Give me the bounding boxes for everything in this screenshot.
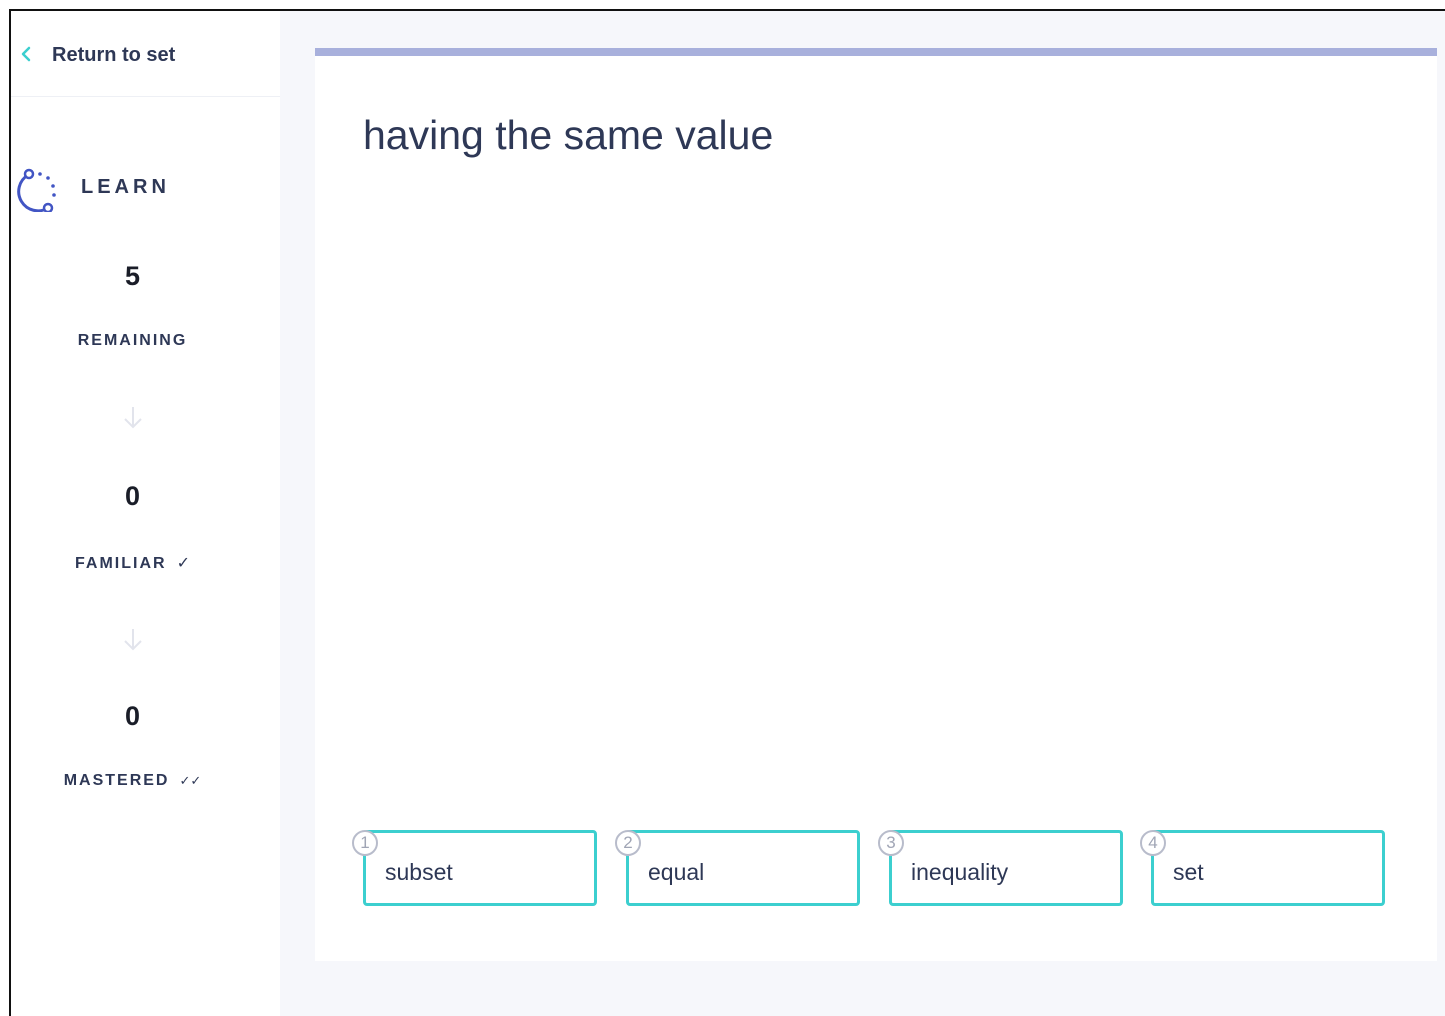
learn-mode-header: LEARN <box>15 166 277 212</box>
option-text: set <box>1173 859 1204 885</box>
mastered-label: MASTERED ✓✓ <box>11 772 254 790</box>
mastered-label-text: MASTERED <box>63 772 170 789</box>
remaining-label: REMAINING <box>11 332 254 350</box>
return-to-set-button[interactable]: Return to set <box>11 11 280 97</box>
option-text: equal <box>648 859 705 885</box>
option-number-badge: 4 <box>1140 830 1166 856</box>
arrow-down-icon <box>124 407 142 429</box>
chevron-left-icon <box>21 46 31 62</box>
answer-option-4[interactable]: 4 set <box>1140 830 1385 906</box>
return-label: Return to set <box>52 44 176 66</box>
familiar-label: FAMILIAR ✓ <box>11 553 254 573</box>
remaining-count: 5 <box>124 261 141 291</box>
familiar-label-text: FAMILIAR <box>75 555 167 572</box>
check-icon: ✓ <box>176 555 190 572</box>
sidebar: Return to set LEARN 5 REMAINING 0 FAMILI… <box>11 11 280 1016</box>
double-check-icon: ✓✓ <box>179 773 202 788</box>
arrow-down-icon <box>124 629 142 651</box>
option-text: inequality <box>911 859 1009 885</box>
app-frame: Return to set LEARN 5 REMAINING 0 FAMILI… <box>9 9 1445 1016</box>
remaining-label-text: REMAINING <box>77 332 188 349</box>
progress-bar <box>315 48 1437 56</box>
option-text: subset <box>385 859 453 885</box>
option-number-badge: 3 <box>878 830 904 856</box>
familiar-count: 0 <box>124 481 141 511</box>
option-number-badge: 1 <box>352 830 378 856</box>
answer-option-1[interactable]: 1 subset <box>352 830 597 906</box>
option-number-badge: 2 <box>615 830 641 856</box>
answer-option-2[interactable]: 2 equal <box>615 830 860 906</box>
question-prompt: having the same value <box>363 112 774 158</box>
mastered-count: 0 <box>124 701 141 731</box>
learn-icon <box>17 168 56 212</box>
question-card: having the same value 1 subset 2 equal 3… <box>315 48 1437 961</box>
learn-label: LEARN <box>81 176 170 198</box>
answer-option-3[interactable]: 3 inequality <box>878 830 1123 906</box>
